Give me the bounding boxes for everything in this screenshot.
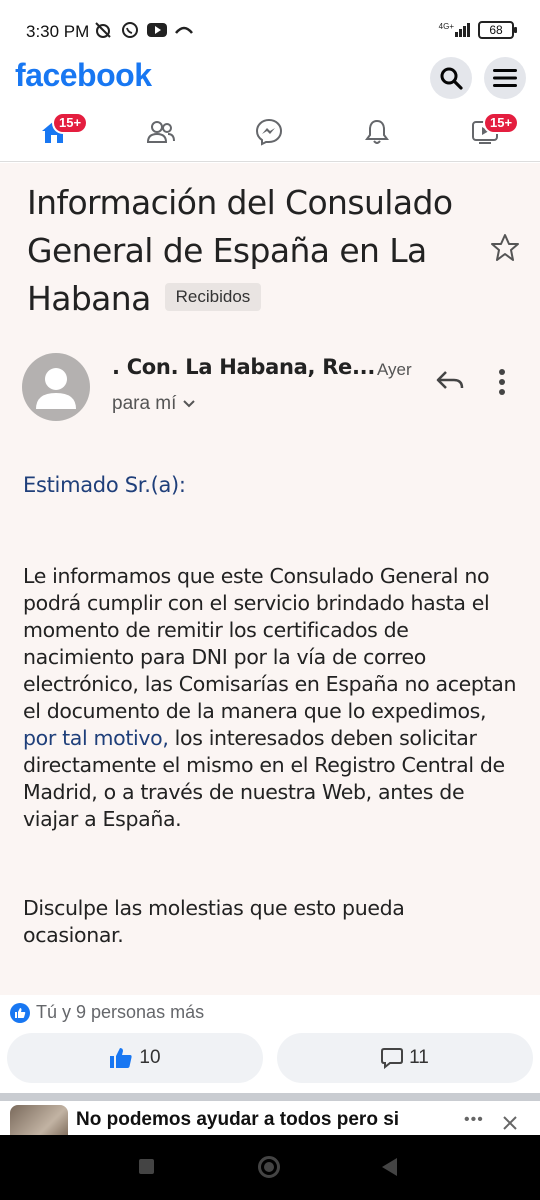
whatsapp-icon: [121, 21, 139, 44]
email-date: Ayer: [377, 360, 412, 379]
thumbs-up-icon: [110, 1048, 133, 1068]
missed-call-icon: [175, 23, 193, 42]
email-body-part1: Le informamos que este Consulado General…: [23, 564, 517, 723]
watch-badge: 15+: [483, 112, 520, 134]
facebook-header: facebook: [0, 55, 540, 105]
comment-icon: [381, 1048, 404, 1069]
reply-icon: [434, 368, 464, 397]
next-post-thumbnail[interactable]: [10, 1105, 68, 1135]
status-bar: 3:30 PM 4G+ 68: [0, 0, 540, 62]
next-post-preview[interactable]: No podemos ayudar a todos pero si •••: [0, 1101, 540, 1135]
bell-icon: [365, 119, 389, 144]
tab-notifications[interactable]: [347, 106, 407, 158]
sender-name: . Con. La Habana, Re...: [112, 355, 376, 379]
main-navigation: 15+ 15+: [0, 106, 540, 162]
recipient-text: para mí: [112, 393, 177, 414]
menu-button[interactable]: [484, 57, 526, 99]
next-post-title: No podemos ayudar a todos pero si: [76, 1109, 400, 1130]
tab-watch[interactable]: 15+: [455, 106, 520, 158]
alarm-off-icon: [93, 21, 113, 44]
email-screenshot[interactable]: Información del Consulado General de Esp…: [0, 163, 540, 995]
android-navigation-bar: [0, 1135, 540, 1200]
home-badge: 15+: [52, 112, 89, 134]
status-time: 3:30 PM: [26, 22, 90, 41]
reactions-summary-text: Tú y 9 personas más: [36, 1002, 205, 1022]
sender-avatar: [22, 353, 90, 421]
feed-separator: [0, 1093, 540, 1101]
signal-icon: 4G+: [439, 23, 470, 37]
friends-icon: [146, 121, 175, 143]
search-icon: [440, 67, 463, 90]
like-button[interactable]: 10: [7, 1033, 263, 1083]
recipient-line: para mí: [112, 393, 196, 415]
tab-messenger[interactable]: [239, 106, 299, 158]
star-icon: [490, 233, 520, 268]
tab-friends[interactable]: [131, 106, 191, 158]
battery-indicator: 68: [478, 21, 517, 39]
status-notification-icons: [93, 21, 193, 44]
recents-button[interactable]: [139, 1159, 154, 1174]
more-options-icon[interactable]: •••: [464, 1111, 484, 1129]
inbox-label-chip: Recibidos: [164, 282, 262, 311]
like-reaction-icon: [10, 1002, 30, 1023]
search-button[interactable]: [430, 57, 472, 99]
network-type: 4G+: [438, 22, 454, 31]
back-button[interactable]: [382, 1158, 397, 1176]
chevron-down-icon: [183, 400, 196, 408]
comment-button[interactable]: 11: [277, 1033, 533, 1083]
email-body: Le informamos que este Consulado General…: [23, 563, 523, 833]
email-closing: Disculpe las molestias que esto pueda oc…: [23, 896, 405, 947]
email-subject: Información del Consulado General de Esp…: [27, 179, 467, 323]
status-system-icons: 4G+ 68: [439, 21, 517, 39]
like-count: 10: [139, 1047, 161, 1068]
tab-home[interactable]: 15+: [24, 106, 89, 158]
reactions-summary[interactable]: Tú y 9 personas más: [10, 1002, 204, 1023]
youtube-icon: [147, 22, 167, 43]
comment-count: 11: [409, 1047, 429, 1068]
messenger-icon: [255, 118, 283, 146]
more-vertical-icon: [498, 368, 506, 401]
facebook-logo[interactable]: facebook: [15, 57, 152, 94]
email-body-link: por tal motivo,: [23, 726, 169, 750]
hamburger-menu-icon: [493, 69, 517, 87]
close-icon[interactable]: [502, 1115, 518, 1135]
home-button[interactable]: [258, 1156, 280, 1178]
email-greeting: Estimado Sr.(a):: [23, 473, 186, 497]
